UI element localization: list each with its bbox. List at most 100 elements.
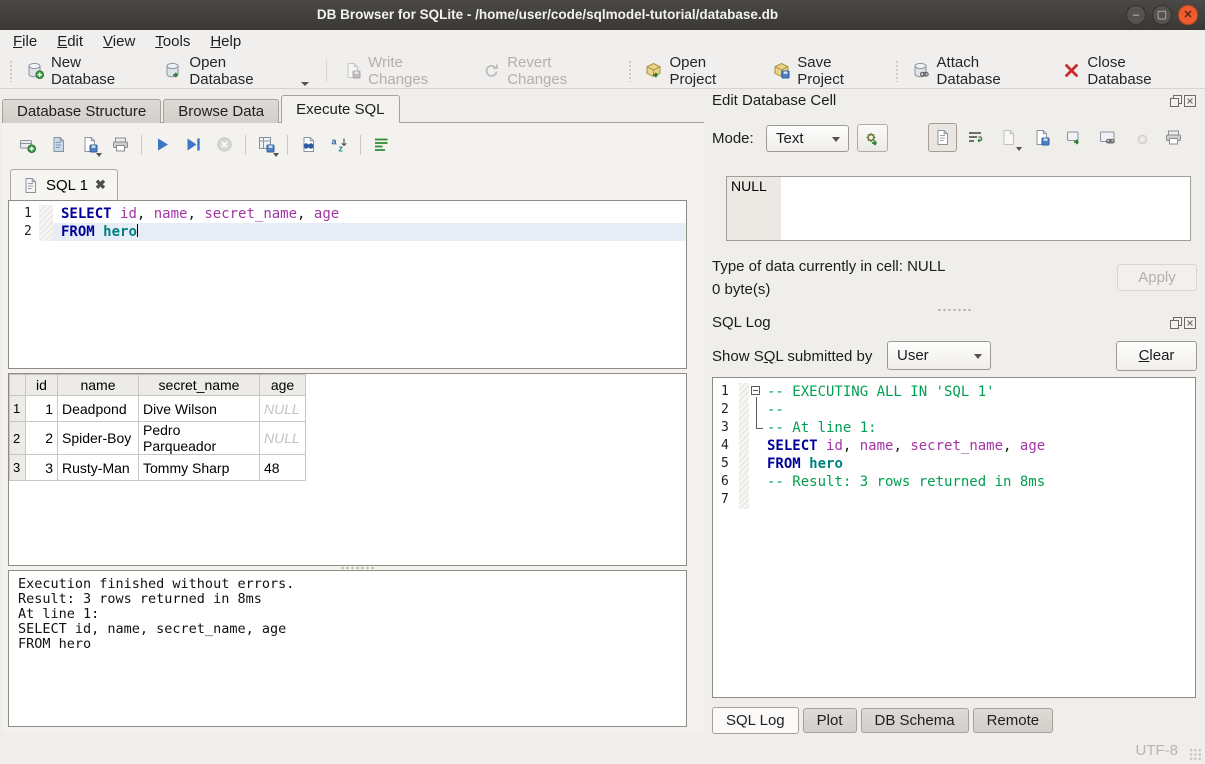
title-bar: DB Browser for SQLite - /home/user/code/…: [0, 0, 1205, 30]
clear-log-button[interactable]: Clear: [1116, 341, 1197, 371]
log-line: 3-- At line 1:: [713, 419, 1195, 437]
sql-file-tab-bar: SQL 1 ✖: [10, 169, 118, 200]
stop-execution-icon: [216, 136, 233, 153]
open-database-button[interactable]: Open Database: [156, 49, 318, 93]
maximize-button[interactable]: ▢: [1152, 5, 1172, 25]
cell[interactable]: Deadpond: [58, 396, 139, 422]
column-header-secret-name[interactable]: secret_name: [139, 375, 260, 396]
open-sql-tab-button[interactable]: [14, 131, 41, 158]
cell[interactable]: Pedro Parqueador: [139, 422, 260, 455]
resize-grip[interactable]: [1189, 748, 1202, 761]
collapse-icon[interactable]: [751, 386, 760, 395]
cell[interactable]: NULL: [260, 422, 306, 455]
save-cell-icon: [1033, 129, 1050, 146]
attach-database-icon: [913, 62, 930, 79]
edit-cell-dock-buttons: [1170, 95, 1196, 107]
row-header[interactable]: 2: [10, 422, 26, 455]
open-project-button[interactable]: Open Project: [636, 49, 764, 93]
open-database-label: Open Database: [189, 54, 292, 88]
close-icon[interactable]: [1184, 95, 1196, 107]
tab-database-structure[interactable]: Database Structure: [2, 99, 161, 123]
close-database-button[interactable]: Close Database: [1054, 49, 1201, 93]
tab-plot[interactable]: Plot: [803, 708, 857, 733]
sql-log-view[interactable]: 1-- EXECUTING ALL IN 'SQL 1'2--3-- At li…: [712, 377, 1196, 698]
revert-changes-icon: [483, 62, 500, 79]
toolbar-separator: [141, 135, 142, 155]
open-sql-file-icon: [50, 136, 67, 153]
float-icon[interactable]: [1170, 317, 1182, 329]
word-wrap-cell-button[interactable]: [961, 123, 990, 152]
toolbar-separator: [360, 135, 361, 155]
minimize-button[interactable]: –: [1126, 5, 1146, 25]
save-data-button[interactable]: [1027, 123, 1056, 152]
row-header[interactable]: 3: [10, 455, 26, 481]
tab-db-schema[interactable]: DB Schema: [861, 708, 969, 733]
close-button[interactable]: ✕: [1178, 5, 1198, 25]
tab-execute-sql[interactable]: Execute SQL: [281, 95, 399, 123]
save-results-icon: [258, 136, 275, 153]
chevron-down-icon: [832, 137, 840, 142]
auto-apply-button[interactable]: [857, 124, 888, 152]
window-title: DB Browser for SQLite - /home/user/code/…: [0, 0, 1095, 30]
cell[interactable]: Dive Wilson: [139, 396, 260, 422]
column-header-name[interactable]: name: [58, 375, 139, 396]
corner-header: [10, 375, 26, 396]
word-wrap-button[interactable]: [368, 131, 395, 158]
save-results-button[interactable]: [253, 131, 280, 158]
new-database-button[interactable]: New Database: [18, 49, 156, 93]
close-tab-icon[interactable]: ✖: [95, 177, 106, 193]
cell[interactable]: Rusty-Man: [58, 455, 139, 481]
format-sql-button[interactable]: az: [326, 131, 353, 158]
cell[interactable]: Tommy Sharp: [139, 455, 260, 481]
log-line: 2--: [713, 401, 1195, 419]
tab-browse-data[interactable]: Browse Data: [163, 99, 279, 123]
find-replace-button[interactable]: [295, 131, 322, 158]
cell[interactable]: 2: [26, 422, 58, 455]
save-project-button[interactable]: Save Project: [764, 49, 889, 93]
results-table[interactable]: idnamesecret_nameage11DeadpondDive Wilso…: [9, 374, 306, 481]
auto-apply-icon: [864, 130, 881, 147]
cell[interactable]: Spider-Boy: [58, 422, 139, 455]
open-sql-file-button[interactable]: [45, 131, 72, 158]
column-header-id[interactable]: id: [26, 375, 58, 396]
execute-current-line-button[interactable]: [180, 131, 207, 158]
sql-log-filter-value: User: [897, 347, 929, 364]
code-line: --: [765, 401, 1195, 419]
sql-log-filter-select[interactable]: User: [887, 341, 991, 370]
save-sql-file-button[interactable]: [76, 131, 103, 158]
import-cell-icon: [1000, 129, 1017, 146]
dropdown-caret-icon: [301, 82, 309, 86]
attach-database-button[interactable]: Attach Database: [904, 49, 1055, 93]
tab-remote[interactable]: Remote: [973, 708, 1054, 733]
cell-value: NULL: [731, 178, 767, 194]
splitter-handle[interactable]: [937, 308, 971, 312]
cell[interactable]: NULL: [260, 396, 306, 422]
sql-toolbar: az: [14, 131, 399, 158]
text-mode-button[interactable]: [928, 123, 957, 152]
close-icon[interactable]: [1184, 317, 1196, 329]
print-cell-button[interactable]: [1159, 123, 1188, 152]
column-header-age[interactable]: age: [260, 375, 306, 396]
cell[interactable]: 1: [26, 396, 58, 422]
export-data-button[interactable]: [1060, 123, 1089, 152]
save-sql-file-icon: [81, 136, 98, 153]
fold-margin: [739, 383, 749, 401]
float-icon[interactable]: [1170, 95, 1182, 107]
fold-marker: [749, 437, 765, 455]
mode-select[interactable]: Text: [766, 125, 849, 152]
row-header[interactable]: 1: [10, 396, 26, 422]
tab-sql-1[interactable]: SQL 1 ✖: [10, 169, 118, 200]
tab-sql-log[interactable]: SQL Log: [712, 707, 799, 734]
cell[interactable]: 3: [26, 455, 58, 481]
toolbar-handle: [628, 60, 632, 82]
cell[interactable]: 48: [260, 455, 306, 481]
execute-sql-pane: az SQL 1 ✖ 1SELECT id, name, secret_name…: [2, 122, 704, 732]
results-grid: idnamesecret_nameage11DeadpondDive Wilso…: [8, 373, 687, 566]
print-sql-button[interactable]: [107, 131, 134, 158]
execute-all-button[interactable]: [149, 131, 176, 158]
copy-link-button[interactable]: [1093, 123, 1122, 152]
cell-value-editor[interactable]: NULL: [726, 176, 1191, 241]
svg-text:a: a: [332, 137, 338, 147]
log-line: 6-- Result: 3 rows returned in 8ms: [713, 473, 1195, 491]
sql-editor[interactable]: 1SELECT id, name, secret_name, age2FROM …: [8, 200, 687, 369]
